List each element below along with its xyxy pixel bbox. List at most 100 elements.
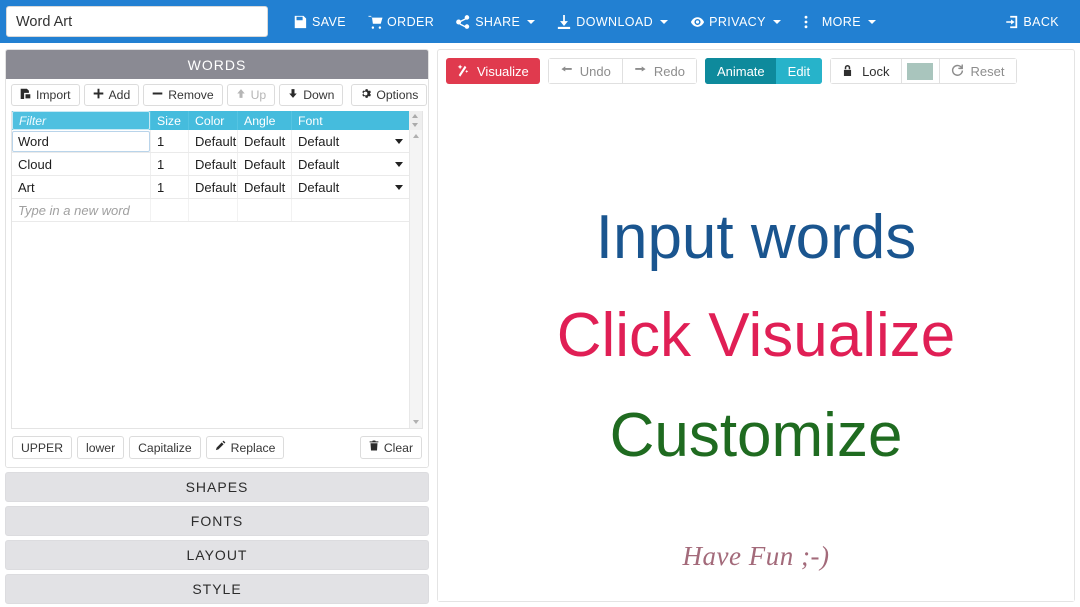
canvas-word-3[interactable]: Customize (438, 400, 1074, 471)
canvas-word-1[interactable]: Input words (438, 202, 1074, 273)
add-button[interactable]: Add (83, 84, 140, 106)
privacy-button[interactable]: PRIVACY (679, 9, 792, 35)
plus-icon (93, 88, 104, 103)
wordart-canvas[interactable]: Input words Click Visualize Customize Ha… (438, 94, 1074, 601)
table-row[interactable]: Cloud 1 Default Default Default (12, 153, 409, 176)
text-case-toolbar: UPPER lower Capitalize Replace Clear (6, 429, 428, 467)
new-word-placeholder[interactable]: Type in a new word (12, 199, 151, 221)
import-label: Import (36, 88, 71, 102)
canvas-word-2[interactable]: Click Visualize (438, 300, 1074, 371)
cell-word[interactable]: Cloud (12, 153, 151, 175)
edit-button[interactable]: Edit (775, 58, 823, 84)
edit-label: Edit (787, 63, 811, 79)
lock-button[interactable]: Lock (830, 58, 901, 84)
cell-size[interactable]: 1 (151, 176, 189, 198)
table-row[interactable]: 1 Default Default Default (12, 130, 409, 153)
order-label: ORDER (387, 14, 435, 29)
cell-word[interactable] (12, 130, 151, 152)
remove-button[interactable]: Remove (143, 84, 223, 106)
chevron-down-icon[interactable] (395, 139, 403, 144)
cell-angle[interactable]: Default (238, 176, 292, 198)
sign-out-icon (1004, 15, 1018, 29)
cell-color[interactable]: Default (189, 153, 238, 175)
undo-button[interactable]: Undo (547, 58, 622, 84)
uppercase-button[interactable]: UPPER (12, 436, 72, 459)
move-down-label: Down (303, 88, 335, 102)
cell-size-empty (151, 199, 189, 221)
cell-angle[interactable]: Default (238, 153, 292, 175)
cell-angle[interactable]: Default (238, 130, 292, 152)
cell-word[interactable]: Art (12, 176, 151, 198)
move-down-button[interactable]: Down (279, 84, 344, 106)
words-table-wrap: Size Color Angle Font (6, 111, 428, 429)
header-scroll-stub (409, 111, 422, 130)
column-header-font[interactable]: Font (292, 111, 409, 130)
cell-font-value: Default (298, 179, 340, 195)
top-toolbar: SAVE ORDER SHARE DOWNLOAD (0, 0, 1080, 43)
accordion-item-style[interactable]: STYLE (5, 574, 429, 604)
accordion-label-style: STYLE (192, 581, 242, 597)
cell-font-value: Default (298, 133, 340, 149)
cell-font-value: Default (298, 156, 340, 172)
canvas-word-4[interactable]: Have Fun ;-) (438, 541, 1074, 572)
table-row[interactable]: Art 1 Default Default Default (12, 176, 409, 199)
settings-accordion: SHAPES FONTS LAYOUT STYLE (5, 472, 429, 604)
words-panel: WORDS Import Add Remove Up Down Options … (5, 49, 429, 468)
capitalize-button[interactable]: Capitalize (129, 436, 201, 459)
cell-size[interactable]: 1 (151, 153, 189, 175)
save-button[interactable]: SAVE (282, 9, 357, 35)
chevron-down-icon[interactable] (395, 185, 403, 190)
scroll-up-arrow-icon[interactable] (413, 134, 419, 138)
words-table-body: 1 Default Default Default Cloud 1 (12, 130, 422, 428)
more-button[interactable]: MORE (792, 9, 887, 35)
reset-button[interactable]: Reset (938, 58, 1017, 84)
accordion-item-shapes[interactable]: SHAPES (5, 472, 429, 502)
column-header-size[interactable]: Size (151, 111, 189, 130)
accordion-label-shapes: SHAPES (185, 479, 249, 495)
left-sidebar: WORDS Import Add Remove Up Down Options … (5, 49, 429, 604)
lowercase-button[interactable]: lower (77, 436, 125, 459)
share-button[interactable]: SHARE (445, 9, 546, 35)
accordion-item-fonts[interactable]: FONTS (5, 506, 429, 536)
column-header-color[interactable]: Color (189, 111, 238, 130)
word-edit-input[interactable] (12, 131, 150, 152)
add-label: Add (108, 88, 131, 102)
privacy-label: PRIVACY (709, 14, 766, 29)
cell-font[interactable]: Default (292, 130, 409, 152)
chevron-down-icon[interactable] (395, 162, 403, 167)
cell-font[interactable]: Default (292, 153, 409, 175)
scroll-up-arrow-icon[interactable] (412, 114, 418, 118)
column-header-angle[interactable]: Angle (238, 111, 292, 130)
minus-icon (152, 88, 163, 103)
cell-size[interactable]: 1 (151, 130, 189, 152)
redo-button[interactable]: Redo (621, 58, 697, 84)
clear-button[interactable]: Clear (359, 436, 422, 459)
visualize-button[interactable]: Visualize (446, 58, 540, 84)
accordion-item-layout[interactable]: LAYOUT (5, 540, 429, 570)
import-button[interactable]: Import (11, 84, 80, 106)
cell-color[interactable]: Default (189, 130, 238, 152)
remove-label: Remove (168, 88, 214, 102)
arrow-left-icon (560, 64, 574, 78)
download-button[interactable]: DOWNLOAD (546, 9, 679, 35)
options-button[interactable]: Options (351, 84, 428, 106)
filter-input[interactable] (12, 111, 150, 130)
scroll-down-arrow-icon[interactable] (413, 420, 419, 424)
animate-button[interactable]: Animate (704, 58, 776, 84)
scroll-down-arrow-icon[interactable] (412, 123, 418, 127)
order-button[interactable]: ORDER (357, 9, 445, 35)
words-table-scrollbar[interactable] (409, 130, 422, 428)
words-rows: 1 Default Default Default Cloud 1 (12, 130, 409, 428)
background-color-swatch-button[interactable] (900, 58, 939, 84)
cell-font[interactable]: Default (292, 176, 409, 198)
back-button[interactable]: BACK (993, 9, 1070, 35)
words-table-header: Size Color Angle Font (12, 111, 422, 130)
capitalize-label: Capitalize (138, 440, 192, 455)
replace-button[interactable]: Replace (205, 436, 285, 459)
chevron-down-icon (660, 19, 669, 24)
lock-reset-group: Lock Reset (830, 58, 1017, 84)
cell-color[interactable]: Default (189, 176, 238, 198)
move-up-button[interactable]: Up (226, 84, 276, 106)
document-title-input[interactable] (6, 6, 268, 37)
new-word-row[interactable]: Type in a new word (12, 199, 409, 222)
